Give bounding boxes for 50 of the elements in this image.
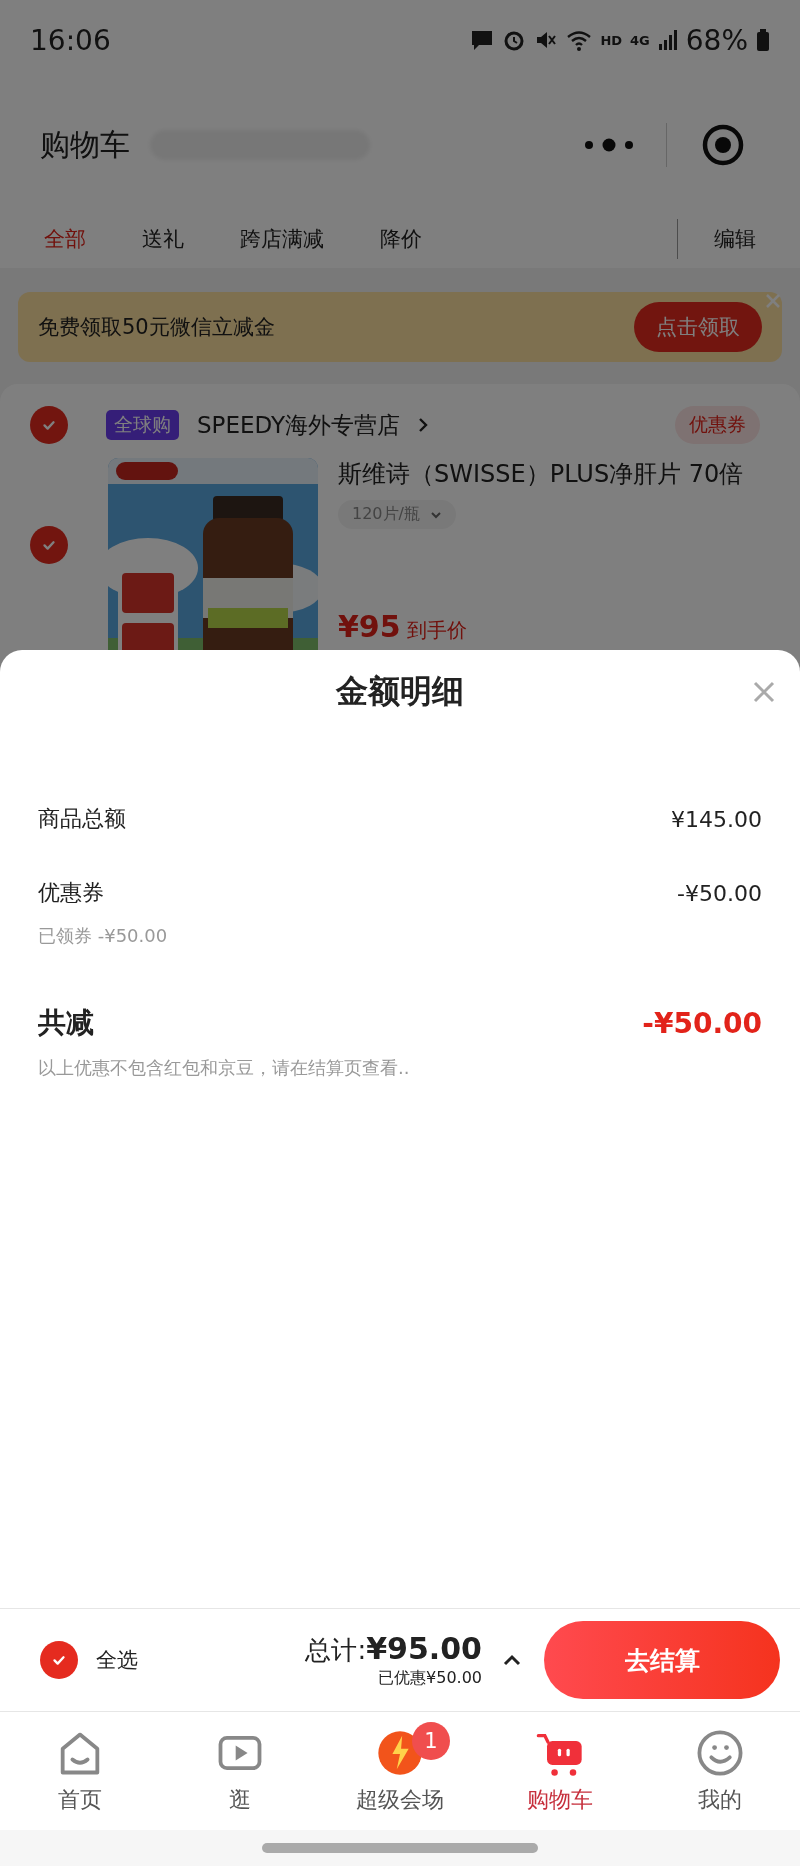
amount-label: 优惠券	[38, 879, 104, 907]
close-button[interactable]	[752, 680, 776, 704]
amount-value: ¥145.00	[671, 806, 762, 832]
saved-amount: 已优惠¥50.00	[378, 1668, 482, 1689]
filter-tab[interactable]: 全部	[44, 225, 86, 253]
edit-link[interactable]: 编辑	[677, 219, 756, 259]
global-badge: 全球购	[106, 410, 179, 440]
count-badge: 1	[412, 1722, 450, 1760]
caret-icon	[429, 510, 442, 519]
nav-tab[interactable]: 首页	[0, 1712, 160, 1830]
target-icon	[701, 123, 746, 167]
nav-tab[interactable]: 超级会场 1	[320, 1712, 480, 1830]
sheet-title: 金额明细	[336, 671, 464, 712]
nav-tab[interactable]: 购物车	[480, 1712, 640, 1830]
promo-text: 免费领取50元微信立减金	[38, 314, 275, 341]
total-price: ¥95.00	[366, 1631, 482, 1666]
signal-icon	[657, 28, 678, 52]
total-label: 共减	[38, 1005, 94, 1041]
caret-icon[interactable]	[502, 1654, 522, 1666]
page-title: 购物车	[40, 125, 130, 164]
nav-tab[interactable]: 逛	[160, 1712, 320, 1830]
wifi-icon	[566, 28, 593, 52]
total-discount: -¥50.00	[642, 1006, 762, 1040]
amount-note: 已领券 -¥50.00	[38, 924, 169, 948]
hd-indicator: HD	[600, 32, 623, 48]
product-title[interactable]: 斯维诗（SWISSE）PLUS净肝片 70倍	[338, 458, 744, 490]
select-all-label[interactable]: 全选	[96, 1646, 138, 1674]
network-indicator: 4G	[630, 32, 650, 48]
claim-button[interactable]: 点击领取	[634, 302, 762, 352]
battery-icon	[756, 28, 770, 52]
coupon-tag[interactable]: 优惠券	[675, 406, 760, 444]
filter-tab[interactable]: 降价	[380, 225, 422, 253]
clock: 16:06	[30, 23, 111, 57]
checkbox[interactable]	[40, 1641, 78, 1679]
price-label: 到手价	[406, 617, 467, 644]
amount-label: 商品总额	[38, 805, 126, 833]
checkbox[interactable]	[30, 526, 68, 564]
checkout-button[interactable]: 去结算	[544, 1621, 780, 1699]
store-name[interactable]: SPEEDY海外专营店	[197, 409, 401, 441]
message-icon	[470, 28, 495, 52]
filter-tab[interactable]: 跨店满减	[240, 225, 324, 253]
checkbox[interactable]	[30, 406, 68, 444]
battery-level: 68%	[685, 23, 748, 57]
nav-tab[interactable]: 我的	[640, 1712, 800, 1830]
discount-note: 以上优惠不包含红包和京豆，请在结算页查看..	[38, 1056, 411, 1080]
product-price: ¥95	[338, 609, 401, 644]
chevron-icon	[418, 417, 429, 433]
total-caption: 总计:	[305, 1634, 367, 1667]
filter-tab[interactable]: 送礼	[142, 225, 184, 253]
amount-value: -¥50.00	[677, 880, 762, 906]
